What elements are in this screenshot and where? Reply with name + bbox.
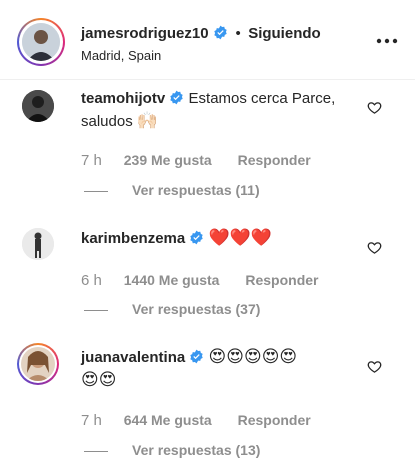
reply-button[interactable]: Responder <box>245 272 318 288</box>
commenter-username[interactable]: teamohijotv <box>81 90 165 107</box>
view-replies[interactable]: Ver respuestas (37) <box>84 301 260 317</box>
commenter-avatar[interactable] <box>22 228 54 260</box>
replies-divider <box>84 450 108 452</box>
view-replies-label[interactable]: Ver respuestas (13) <box>132 442 260 458</box>
comment-meta: 7 h 239 Me gusta Responder <box>81 152 311 169</box>
view-replies-label[interactable]: Ver respuestas (11) <box>132 182 260 198</box>
comment-meta: 7 h 644 Me gusta Responder <box>81 412 311 429</box>
comment-body: juanavalentina 😍😍😍😍😍 😍😍 <box>81 346 361 392</box>
verified-badge-icon <box>190 349 204 364</box>
like-comment-heart-icon[interactable] <box>367 359 382 374</box>
separator-dot: • <box>235 25 241 42</box>
commenter-avatar[interactable] <box>22 90 54 122</box>
verified-badge-icon <box>190 230 204 245</box>
avatar-person-icon <box>22 228 54 260</box>
replies-divider <box>84 190 108 192</box>
comment-body: teamohijotv Estamos cerca Parce, saludos… <box>81 88 361 133</box>
like-comment-heart-icon[interactable] <box>367 240 382 255</box>
view-replies[interactable]: Ver respuestas (11) <box>84 182 260 198</box>
commenter-username[interactable]: karimbenzema <box>81 230 185 247</box>
avatar-person-icon <box>22 90 54 122</box>
avatar-person-icon <box>21 347 55 381</box>
view-replies-label[interactable]: Ver respuestas (37) <box>132 301 260 317</box>
comment-likes[interactable]: 1440 Me gusta <box>124 272 220 288</box>
reply-button[interactable]: Responder <box>238 152 311 168</box>
following-button[interactable]: Siguiendo <box>248 25 321 42</box>
avatar-person-icon <box>22 23 60 61</box>
more-options-icon[interactable] <box>376 38 398 44</box>
post-header: jamesrodriguez10 • Siguiendo Madrid, Spa… <box>0 0 415 80</box>
comment-likes[interactable]: 644 Me gusta <box>124 412 212 428</box>
post-location[interactable]: Madrid, Spain <box>81 48 161 63</box>
comment-emoji: ❤️❤️❤️ <box>208 228 273 247</box>
comment-emoji: 🙌🏻 <box>136 111 159 130</box>
comment-meta: 6 h 1440 Me gusta Responder <box>81 272 318 289</box>
comment-emoji-line1: 😍😍😍😍😍 <box>208 347 298 366</box>
verified-badge-icon <box>170 90 184 105</box>
like-comment-heart-icon[interactable] <box>367 100 382 115</box>
verified-badge-icon <box>214 25 227 40</box>
comment-body: karimbenzema ❤️❤️❤️ <box>81 227 361 250</box>
author-username[interactable]: jamesrodriguez10 <box>81 25 209 42</box>
reply-button[interactable]: Responder <box>238 412 311 428</box>
author-line: jamesrodriguez10 • Siguiendo <box>81 25 321 43</box>
comment-likes[interactable]: 239 Me gusta <box>124 152 212 168</box>
comment-time: 6 h <box>81 272 102 289</box>
commenter-avatar[interactable] <box>21 347 55 381</box>
view-replies[interactable]: Ver respuestas (13) <box>84 442 260 458</box>
comment-time: 7 h <box>81 412 102 429</box>
replies-divider <box>84 309 108 311</box>
comment-emoji-line2: 😍😍 <box>81 370 117 389</box>
comment-time: 7 h <box>81 152 102 169</box>
author-avatar[interactable] <box>22 23 60 61</box>
commenter-username[interactable]: juanavalentina <box>81 349 185 366</box>
